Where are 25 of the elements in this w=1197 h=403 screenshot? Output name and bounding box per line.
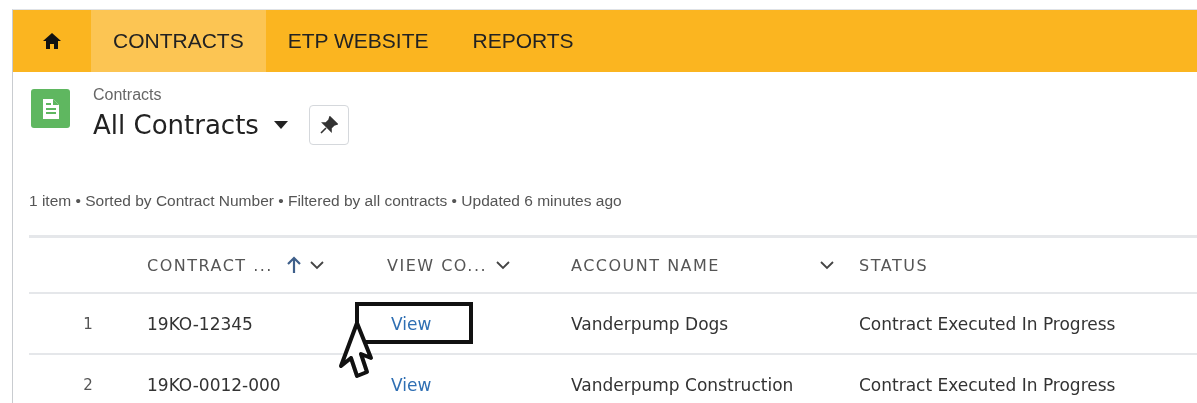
table-cell: Vanderpump Construction [571,374,794,395]
column-header[interactable]: VIEW CO... [387,255,488,275]
list-view-title: All Contracts [93,110,259,140]
nav-tab[interactable]: ETP WEBSITE [265,10,451,72]
list-info: 1 item • Sorted by Contract Number • Filtered by all contracts • Updated 6 minutes ago [28,191,623,211]
row-number: 2 [83,375,93,394]
view-link[interactable]: View [391,374,432,395]
pin-icon [319,116,338,134]
pin-button[interactable] [308,105,349,145]
object-name: Contracts [93,86,163,104]
caret-icon [272,120,289,130]
table-cell: Contract Executed In Progress [859,374,1116,395]
table-cell: Contract Executed In Progress [859,313,1116,334]
contract-icon [31,89,70,128]
column-header[interactable]: CONTRACT ... [147,255,273,275]
view-link[interactable]: View [391,313,432,334]
row-number: 1 [83,314,93,333]
column-header[interactable]: STATUS [859,255,929,275]
table-cell: 19KO-0012-000 [147,374,281,395]
table-cell: 19KO-12345 [147,313,253,334]
nav-tab[interactable]: CONTRACTS [91,10,266,72]
home-icon [42,32,62,50]
nav-tab[interactable]: REPORTS [450,10,596,72]
table-cell: Vanderpump Dogs [571,313,729,334]
column-header[interactable]: ACCOUNT NAME [571,255,811,275]
